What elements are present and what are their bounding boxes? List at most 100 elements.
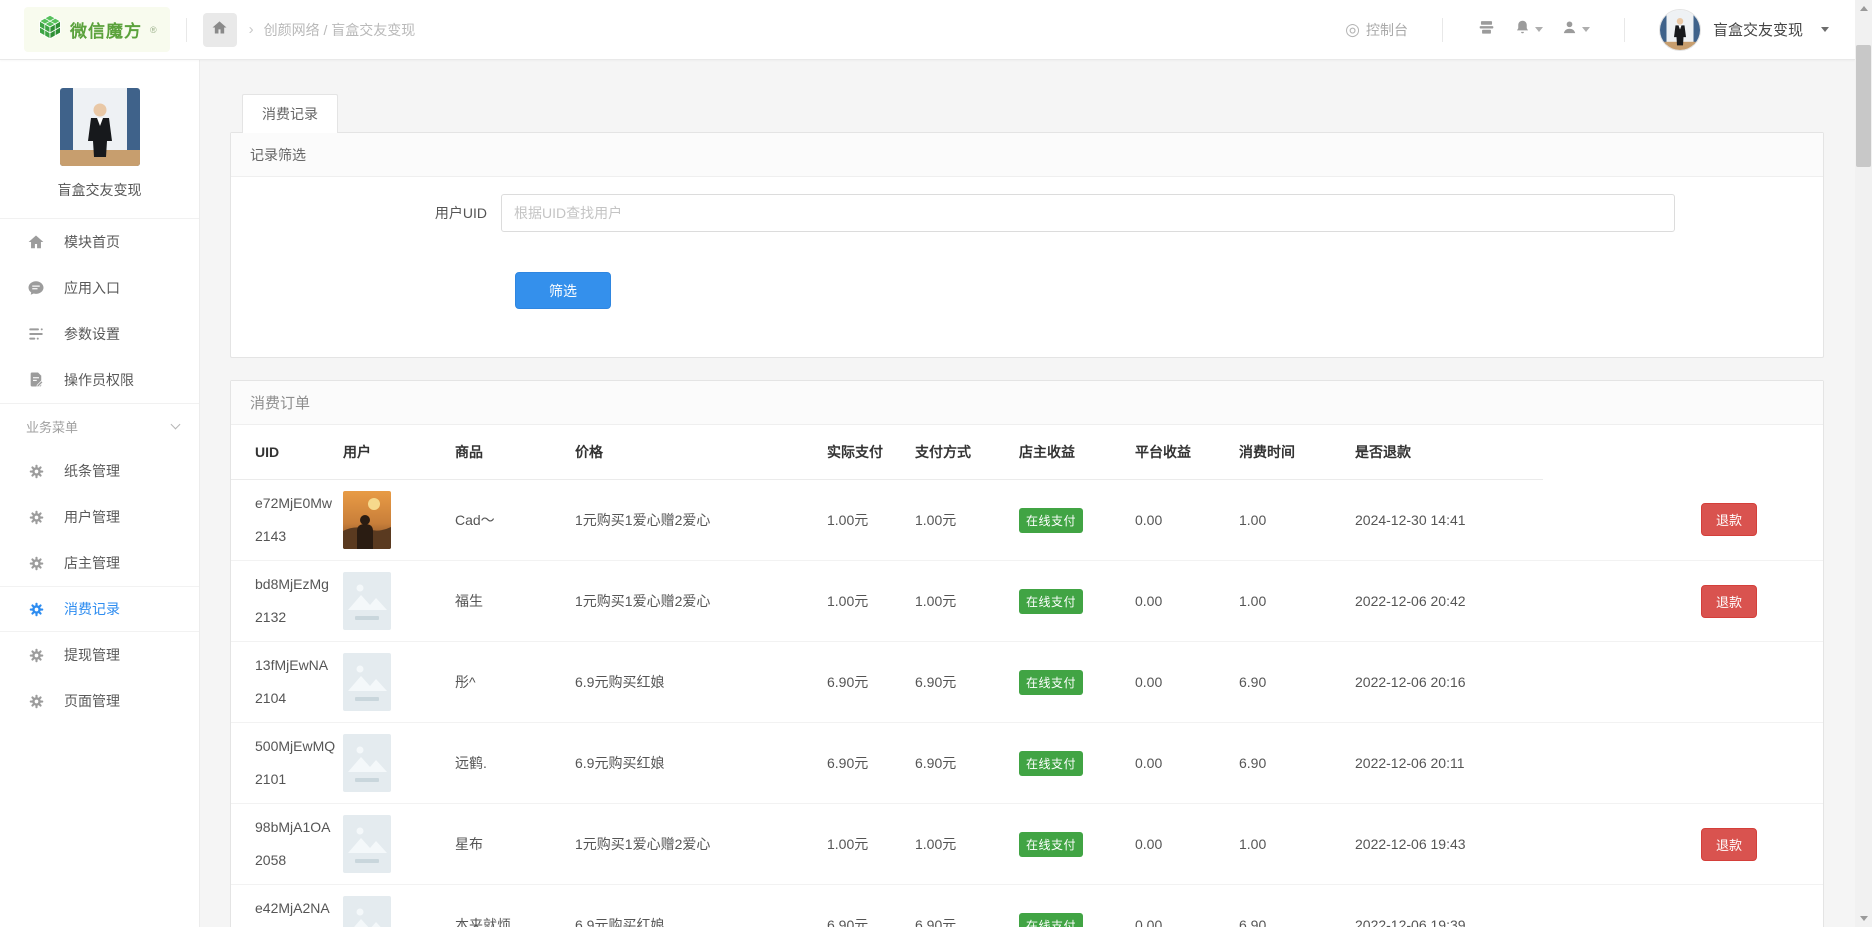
sidebar-item-label: 纸条管理 bbox=[64, 461, 120, 481]
table-row: bd8MjEzMg2132 福生 1元购买1爱心赠2爱心 1.00元 1.00元… bbox=[231, 561, 1823, 642]
user-avatar-placeholder bbox=[343, 896, 391, 927]
navbar-divider bbox=[186, 18, 187, 42]
notifications-button[interactable] bbox=[1514, 19, 1543, 41]
logo-registered-mark: ® bbox=[150, 25, 157, 35]
page-scrollbar[interactable] bbox=[1855, 0, 1872, 927]
cell-user-avatar bbox=[335, 804, 447, 885]
account-dropdown[interactable]: 盲盒交友变现 bbox=[1659, 9, 1829, 51]
sidebar-item-操作员权限[interactable]: 操作员权限 bbox=[0, 357, 199, 403]
table-body: e72MjE0Mw2143 Cad～ 1元购买1爱心赠2爱心 1.00元 1.0… bbox=[231, 480, 1823, 927]
comment-icon bbox=[26, 279, 46, 297]
scrollbar-up-arrow[interactable] bbox=[1855, 0, 1872, 17]
sidebar-section-business[interactable]: 业务菜单 bbox=[0, 403, 199, 448]
cell-price: 6.90元 bbox=[819, 723, 907, 804]
user-menu-button[interactable] bbox=[1561, 19, 1590, 41]
refund-button[interactable]: 退款 bbox=[1701, 828, 1757, 861]
cell-uid: bd8MjEzMg2132 bbox=[231, 561, 335, 642]
cell-time: 2022-12-06 20:42 bbox=[1347, 561, 1543, 642]
column-header: 支付方式 bbox=[907, 425, 1011, 480]
module-profile: 盲盒交友变现 bbox=[0, 60, 199, 219]
file-pen-icon bbox=[26, 371, 46, 389]
cell-pay-method: 在线支付 bbox=[1011, 561, 1127, 642]
cell-platform-income: 1.00 bbox=[1231, 561, 1347, 642]
cell-price: 1.00元 bbox=[819, 804, 907, 885]
pay-method-badge: 在线支付 bbox=[1019, 751, 1083, 776]
table-row: 13fMjEwNA2104 彤^ 6.9元购买红娘 6.90元 6.90元 在线… bbox=[231, 642, 1823, 723]
navbar-right: ◎ 控制台 bbox=[1345, 9, 1855, 51]
cell-refund: 退款 bbox=[1543, 561, 1823, 642]
user-icon bbox=[1561, 19, 1578, 41]
orders-panel-title: 消费订单 bbox=[231, 381, 1823, 425]
breadcrumb-home-button[interactable] bbox=[203, 13, 237, 47]
tab-consumption-records[interactable]: 消费记录 bbox=[242, 94, 338, 133]
cell-platform-income: 1.00 bbox=[1231, 480, 1347, 561]
scrollbar-thumb[interactable] bbox=[1856, 45, 1871, 167]
sidebar-business-menu: 纸条管理 用户管理 店主管理 消费记录 提现管理 页面管理 bbox=[0, 448, 199, 724]
pay-method-badge: 在线支付 bbox=[1019, 589, 1083, 614]
cell-uid: 500MjEwMQ2101 bbox=[231, 723, 335, 804]
refund-button[interactable]: 退款 bbox=[1701, 503, 1757, 536]
gear-icon bbox=[26, 463, 46, 480]
cell-refund: 退款 bbox=[1543, 804, 1823, 885]
console-link[interactable]: ◎ 控制台 bbox=[1345, 20, 1408, 40]
module-title: 盲盒交友变现 bbox=[0, 180, 199, 200]
sidebar-item-用户管理[interactable]: 用户管理 bbox=[0, 494, 199, 540]
cell-pay-method: 在线支付 bbox=[1011, 723, 1127, 804]
cell-uid: e72MjE0Mw2143 bbox=[231, 480, 335, 561]
terminal-button[interactable] bbox=[1477, 18, 1496, 42]
column-header: 用户 bbox=[335, 425, 447, 480]
filter-card: 记录筛选 用户UID 筛选 bbox=[230, 132, 1824, 358]
user-avatar-placeholder bbox=[343, 572, 391, 630]
cell-time: 2022-12-06 20:16 bbox=[1347, 642, 1543, 723]
app-logo[interactable]: 微信魔方 ® bbox=[24, 7, 170, 52]
sidebar-item-label: 店主管理 bbox=[64, 553, 120, 573]
sidebar-item-label: 用户管理 bbox=[64, 507, 120, 527]
user-avatar-placeholder bbox=[343, 815, 391, 873]
table-row: 500MjEwMQ2101 远鹤. 6.9元购买红娘 6.90元 6.90元 在… bbox=[231, 723, 1823, 804]
table-header-row: UID用户商品价格实际支付支付方式店主收益平台收益消费时间是否退款 bbox=[231, 425, 1823, 480]
sidebar-menu: 模块首页 应用入口 参数设置 操作员权限 bbox=[0, 219, 199, 403]
cell-user-name: 星布 bbox=[447, 804, 567, 885]
pay-method-badge: 在线支付 bbox=[1019, 832, 1083, 857]
sidebar-item-提现管理[interactable]: 提现管理 bbox=[0, 632, 199, 678]
cell-user-avatar bbox=[335, 885, 447, 927]
sidebar-item-纸条管理[interactable]: 纸条管理 bbox=[0, 448, 199, 494]
cell-user-name: 本来就烦 bbox=[447, 885, 567, 927]
cell-product: 1元购买1爱心赠2爱心 bbox=[567, 804, 819, 885]
sidebar-item-模块首页[interactable]: 模块首页 bbox=[0, 219, 199, 265]
sidebar-item-label: 页面管理 bbox=[64, 691, 120, 711]
logo-text: 微信魔方 bbox=[70, 17, 142, 42]
cell-pay-method: 在线支付 bbox=[1011, 885, 1127, 927]
cell-owner-income: 0.00 bbox=[1127, 561, 1231, 642]
cell-user-avatar bbox=[335, 642, 447, 723]
cell-owner-income: 0.00 bbox=[1127, 723, 1231, 804]
filter-panel-title: 记录筛选 bbox=[231, 133, 1823, 177]
sidebar-item-应用入口[interactable]: 应用入口 bbox=[0, 265, 199, 311]
pay-method-badge: 在线支付 bbox=[1019, 508, 1083, 533]
column-header: 价格 bbox=[567, 425, 819, 480]
cell-user-name: 彤^ bbox=[447, 642, 567, 723]
cell-owner-income: 0.00 bbox=[1127, 885, 1231, 927]
cell-platform-income: 1.00 bbox=[1231, 804, 1347, 885]
cell-user-avatar bbox=[335, 480, 447, 561]
sidebar-item-参数设置[interactable]: 参数设置 bbox=[0, 311, 199, 357]
form-actions: 筛选 bbox=[515, 272, 1823, 309]
cell-refund bbox=[1543, 642, 1823, 723]
refund-button[interactable]: 退款 bbox=[1701, 585, 1757, 618]
filter-button[interactable]: 筛选 bbox=[515, 272, 611, 309]
column-header: 店主收益 bbox=[1011, 425, 1127, 480]
sidebar-item-消费记录[interactable]: 消费记录 bbox=[0, 586, 199, 632]
navbar-divider bbox=[1442, 18, 1443, 42]
scrollbar-down-arrow[interactable] bbox=[1855, 910, 1872, 927]
cell-pay-method: 在线支付 bbox=[1011, 480, 1127, 561]
sidebar-item-页面管理[interactable]: 页面管理 bbox=[0, 678, 199, 724]
cell-refund bbox=[1543, 723, 1823, 804]
cube-logo-icon bbox=[37, 14, 63, 45]
bell-icon bbox=[1514, 19, 1531, 41]
cell-paid: 1.00元 bbox=[907, 561, 1011, 642]
console-icon: ◎ bbox=[1345, 20, 1360, 40]
cell-product: 6.9元购买红娘 bbox=[567, 885, 819, 927]
breadcrumb[interactable]: 创颜网络 / 盲盒交友变现 bbox=[264, 20, 416, 40]
sidebar-item-店主管理[interactable]: 店主管理 bbox=[0, 540, 199, 586]
uid-input[interactable] bbox=[501, 194, 1675, 232]
